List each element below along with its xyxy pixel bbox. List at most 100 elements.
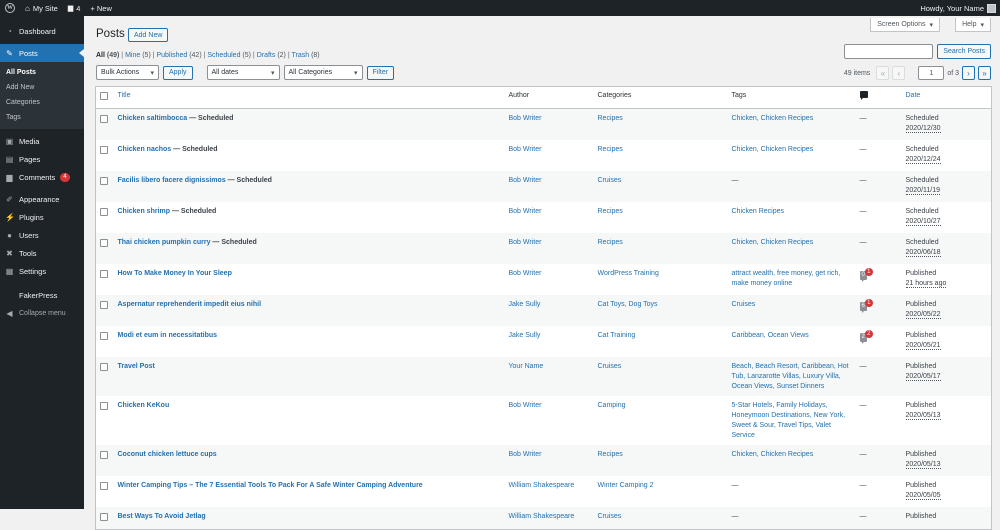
- post-title-link[interactable]: Thai chicken pumpkin curry: [118, 239, 211, 246]
- post-title-link[interactable]: Modi et eum in necessitatibus: [118, 332, 218, 339]
- submenu-add-new[interactable]: Add New: [0, 80, 84, 95]
- post-title-link[interactable]: Facilis libero facere dignissimos: [118, 177, 226, 184]
- wordpress-logo-menu[interactable]: W: [0, 0, 20, 16]
- row-checkbox[interactable]: [100, 300, 108, 309]
- category-link[interactable]: Recipes: [598, 208, 623, 215]
- author-link[interactable]: Bob Writer: [509, 146, 542, 153]
- category-link[interactable]: Recipes: [598, 146, 623, 153]
- post-title-link[interactable]: Winter Camping Tips – The 7 Essential To…: [118, 482, 423, 489]
- category-link[interactable]: WordPress Training: [598, 270, 659, 277]
- tags-links[interactable]: Cruises: [732, 301, 756, 308]
- column-title-sort[interactable]: Title: [118, 92, 131, 99]
- tags-links[interactable]: Chicken, Chicken Recipes: [732, 239, 814, 246]
- post-title-link[interactable]: Chicken shrimp: [118, 208, 171, 215]
- view-drafts[interactable]: Drafts (2): [257, 52, 286, 59]
- menu-fakerpress[interactable]: FakerPress: [0, 286, 84, 304]
- category-link[interactable]: Camping: [598, 402, 626, 409]
- view-mine[interactable]: Mine (5): [125, 52, 151, 59]
- category-link[interactable]: Cruises: [598, 177, 622, 184]
- view-trash[interactable]: Trash (8): [291, 52, 319, 59]
- author-link[interactable]: Bob Writer: [509, 115, 542, 122]
- author-link[interactable]: Your Name: [509, 363, 544, 370]
- apply-button[interactable]: Apply: [163, 65, 193, 80]
- category-link[interactable]: Winter Camping 2: [598, 482, 654, 489]
- author-link[interactable]: Bob Writer: [509, 270, 542, 277]
- comments-column-icon[interactable]: [859, 91, 868, 100]
- category-link[interactable]: Cat Training: [598, 332, 636, 339]
- post-title-link[interactable]: Chicken saltimbocca: [118, 115, 188, 122]
- category-link[interactable]: Recipes: [598, 239, 623, 246]
- author-link[interactable]: Bob Writer: [509, 402, 542, 409]
- last-page-button[interactable]: »: [978, 66, 991, 80]
- row-checkbox[interactable]: [100, 331, 108, 340]
- site-name-link[interactable]: ⌂ My Site: [20, 0, 63, 16]
- menu-dashboard[interactable]: ◔ Dashboard: [0, 22, 84, 40]
- current-page-input[interactable]: 1: [918, 66, 945, 80]
- category-link[interactable]: Recipes: [598, 451, 623, 458]
- category-link[interactable]: Cat Toys, Dog Toys: [598, 301, 658, 308]
- pending-comments-badge[interactable]: 2: [864, 329, 873, 338]
- tags-links[interactable]: Chicken Recipes: [732, 208, 785, 215]
- screen-options-button[interactable]: Screen Options ▾: [870, 18, 940, 32]
- view-published[interactable]: Published (42): [157, 52, 202, 59]
- row-checkbox[interactable]: [100, 269, 108, 278]
- category-link[interactable]: Cruises: [598, 363, 622, 370]
- tags-links[interactable]: Beach, Beach Resort, Caribbean, Hot Tub,…: [732, 363, 849, 390]
- category-link[interactable]: Recipes: [598, 115, 623, 122]
- author-link[interactable]: William Shakespeare: [509, 513, 575, 520]
- post-title-link[interactable]: Aspernatur reprehenderit impedit eius ni…: [118, 301, 262, 308]
- submenu-all-posts[interactable]: All Posts: [0, 65, 84, 80]
- author-link[interactable]: Bob Writer: [509, 177, 542, 184]
- menu-plugins[interactable]: ⚡ Plugins: [0, 208, 84, 226]
- comments-link[interactable]: ▆ 4: [63, 0, 86, 16]
- post-title-link[interactable]: Coconut chicken lettuce cups: [118, 451, 217, 458]
- my-account-link[interactable]: Howdy, Your Name: [920, 3, 1000, 13]
- author-link[interactable]: Jake Sully: [509, 301, 541, 308]
- category-filter-select[interactable]: All Categories: [283, 65, 363, 80]
- view-all[interactable]: All (49): [96, 52, 119, 59]
- next-page-button[interactable]: ›: [962, 66, 975, 80]
- view-scheduled[interactable]: Scheduled (5): [207, 52, 251, 59]
- tags-links[interactable]: attract wealth, free money, get rich, ma…: [732, 270, 841, 287]
- post-title-link[interactable]: Chicken KeKou: [118, 402, 170, 409]
- post-title-link[interactable]: How To Make Money In Your Sleep: [118, 270, 232, 277]
- select-all-checkbox[interactable]: [100, 92, 108, 100]
- search-input[interactable]: [844, 44, 934, 59]
- menu-tools[interactable]: ✖ Tools: [0, 244, 84, 262]
- author-link[interactable]: William Shakespeare: [509, 482, 575, 489]
- tags-links[interactable]: Chicken, Chicken Recipes: [732, 451, 814, 458]
- row-checkbox[interactable]: [100, 401, 108, 410]
- add-new-button[interactable]: Add New: [128, 28, 169, 42]
- author-link[interactable]: Bob Writer: [509, 208, 542, 215]
- row-checkbox[interactable]: [100, 238, 108, 247]
- menu-pages[interactable]: ▤ Pages: [0, 150, 84, 168]
- menu-appearance[interactable]: ✐ Appearance: [0, 190, 84, 208]
- tags-links[interactable]: 5-Star Hotels, Family Holidays, Honeymoo…: [732, 402, 846, 439]
- menu-media[interactable]: ▣ Media: [0, 132, 84, 150]
- tags-links[interactable]: Caribbean, Ocean Views: [732, 332, 809, 339]
- author-link[interactable]: Bob Writer: [509, 451, 542, 458]
- row-checkbox[interactable]: [100, 176, 108, 185]
- submenu-tags[interactable]: Tags: [0, 110, 84, 125]
- menu-posts[interactable]: ✎ Posts: [0, 44, 84, 62]
- search-posts-button[interactable]: Search Posts: [937, 44, 991, 59]
- author-link[interactable]: Jake Sully: [509, 332, 541, 339]
- menu-users[interactable]: ● Users: [0, 226, 84, 244]
- date-filter-select[interactable]: All dates: [206, 65, 280, 80]
- pending-comments-badge[interactable]: 1: [864, 298, 873, 307]
- author-link[interactable]: Bob Writer: [509, 239, 542, 246]
- pending-comments-badge[interactable]: 1: [864, 267, 873, 276]
- submenu-categories[interactable]: Categories: [0, 95, 84, 110]
- tags-links[interactable]: Chicken, Chicken Recipes: [732, 146, 814, 153]
- row-checkbox[interactable]: [100, 481, 108, 490]
- filter-button[interactable]: Filter: [366, 65, 395, 80]
- row-checkbox[interactable]: [100, 512, 108, 521]
- collapse-menu-button[interactable]: ◀ Collapse menu: [0, 304, 84, 322]
- row-checkbox[interactable]: [100, 450, 108, 459]
- post-title-link[interactable]: Travel Post: [118, 363, 155, 370]
- row-checkbox[interactable]: [100, 115, 108, 123]
- row-checkbox[interactable]: [100, 362, 108, 371]
- menu-settings[interactable]: ▦ Settings: [0, 262, 84, 280]
- row-checkbox[interactable]: [100, 145, 108, 154]
- bulk-actions-select[interactable]: Bulk Actions: [96, 65, 159, 80]
